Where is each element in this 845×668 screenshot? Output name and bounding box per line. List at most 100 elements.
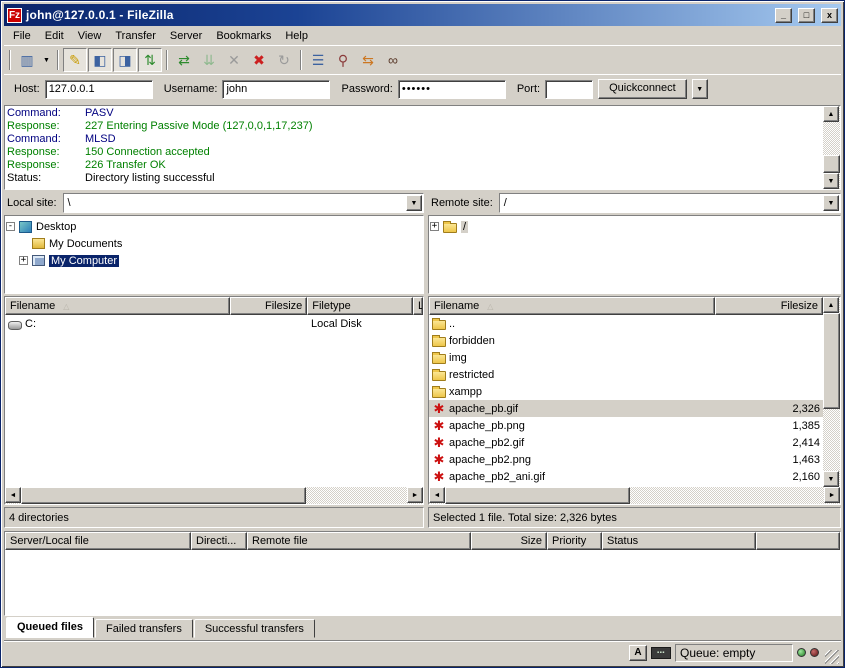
menu-file[interactable]: File [6, 28, 38, 44]
remote-file-row[interactable]: xampp [429, 383, 823, 400]
find-files-icon[interactable]: ∞ [381, 48, 405, 72]
image-file-icon: ✱ [432, 419, 446, 433]
scroll-down-icon[interactable]: ▼ [823, 173, 839, 189]
column-header-status[interactable]: Status [602, 532, 756, 550]
scroll-right-icon[interactable]: ► [407, 487, 423, 503]
tree-item-my-computer[interactable]: + My Computer [19, 252, 422, 269]
process-queue-icon[interactable]: ⇊ [197, 48, 221, 72]
expand-icon[interactable]: + [430, 222, 439, 231]
local-site-combo[interactable]: \ ▼ [63, 193, 424, 213]
remote-file-list: Filename△ Filesize .. forbidden [428, 296, 841, 505]
scroll-up-icon[interactable]: ▲ [823, 297, 839, 313]
local-file-row[interactable]: C: Local Disk [5, 315, 423, 332]
remote-file-row[interactable]: forbidden [429, 332, 823, 349]
title-bar[interactable]: Fz john@127.0.0.1 - FileZilla _ □ x [4, 4, 841, 26]
transfer-queue: Server/Local file Directi... Remote file… [4, 531, 841, 616]
quickconnect-button[interactable]: Quickconnect [598, 79, 687, 99]
menu-transfer[interactable]: Transfer [108, 28, 163, 44]
scroll-left-icon[interactable]: ◄ [5, 487, 21, 503]
synchronized-browsing-icon[interactable]: ⇆ [356, 48, 380, 72]
scrollbar-thumb[interactable] [823, 313, 840, 409]
column-header-filesize[interactable]: Filesize [230, 297, 307, 315]
column-header-remote-file[interactable]: Remote file [247, 532, 471, 550]
remote-vertical-scrollbar[interactable]: ▲ ▼ [823, 297, 840, 487]
remote-file-row[interactable]: .. [429, 315, 823, 332]
local-horizontal-scrollbar[interactable]: ◄ ► [5, 487, 423, 504]
scrollbar-thumb[interactable] [823, 155, 840, 173]
toggle-log-view-icon[interactable]: ✎ [63, 48, 87, 72]
scroll-up-icon[interactable]: ▲ [823, 106, 839, 122]
column-header-size[interactable]: Size [471, 532, 547, 550]
resize-grip[interactable] [825, 650, 839, 664]
menu-server[interactable]: Server [163, 28, 209, 44]
status-bar: A ▪▪▪ Queue: empty [4, 640, 841, 664]
username-input[interactable]: john [222, 80, 330, 99]
column-header-filename[interactable]: Filename△ [5, 297, 230, 315]
menu-edit[interactable]: Edit [38, 28, 71, 44]
column-header-lastmodified[interactable]: L [413, 297, 423, 315]
drive-icon [8, 321, 22, 330]
log-line-label: Command: [7, 133, 85, 146]
scrollbar-thumb[interactable] [445, 487, 630, 504]
remote-horizontal-scrollbar[interactable]: ◄ ► [429, 487, 840, 504]
tree-item-desktop[interactable]: - Desktop [6, 218, 422, 235]
remote-file-row[interactable]: ✱apache_pb.png 1,385 [429, 417, 823, 434]
disconnect-icon[interactable]: ✖ [247, 48, 271, 72]
collapse-icon[interactable]: - [6, 222, 15, 231]
image-file-icon: ✱ [432, 453, 446, 467]
local-list-header: Filename△ Filesize Filetype L [5, 297, 423, 315]
remote-file-row[interactable]: ✱apache_pb2_ani.gif 2,160 [429, 468, 823, 485]
toggle-remote-tree-icon[interactable]: ◨ [113, 48, 137, 72]
log-vertical-scrollbar[interactable]: ▲ ▼ [823, 106, 840, 189]
tab-successful-transfers[interactable]: Successful transfers [194, 619, 315, 638]
scroll-left-icon[interactable]: ◄ [429, 487, 445, 503]
remote-file-row[interactable]: ✱apache_pb2.gif 2,414 [429, 434, 823, 451]
username-label: Username: [164, 83, 218, 95]
column-header-priority[interactable]: Priority [547, 532, 602, 550]
toggle-local-tree-icon[interactable]: ◧ [88, 48, 112, 72]
scrollbar-thumb[interactable] [21, 487, 306, 504]
remote-file-row[interactable]: ✱apache_pb2.png 1,463 [429, 451, 823, 468]
menu-view[interactable]: View [71, 28, 109, 44]
remote-file-row[interactable]: restricted [429, 366, 823, 383]
log-line-text: 226 Transfer OK [85, 159, 166, 172]
expand-icon[interactable]: + [19, 256, 28, 265]
remote-site-combo[interactable]: / ▼ [499, 193, 841, 213]
column-header-direction[interactable]: Directi... [191, 532, 247, 550]
remote-file-row-selected[interactable]: ✱apache_pb.gif 2,326 [429, 400, 823, 417]
scroll-right-icon[interactable]: ► [824, 487, 840, 503]
combo-dropdown-icon[interactable]: ▼ [823, 195, 839, 211]
site-manager-dropdown-icon[interactable]: ▼ [40, 48, 53, 72]
refresh-icon[interactable]: ⇄ [172, 48, 196, 72]
password-input[interactable]: •••••• [398, 80, 506, 99]
combo-dropdown-icon[interactable]: ▼ [406, 195, 422, 211]
tab-failed-transfers[interactable]: Failed transfers [95, 619, 193, 638]
log-line-label: Response: [7, 120, 85, 133]
minimize-button[interactable]: _ [775, 8, 792, 23]
column-header-filesize[interactable]: Filesize [715, 297, 823, 315]
scroll-down-icon[interactable]: ▼ [823, 471, 839, 487]
site-manager-icon[interactable]: ▥ [15, 48, 39, 72]
local-tree: - Desktop My Documents + My Computer [4, 215, 424, 294]
desktop-icon [19, 221, 32, 233]
menu-help[interactable]: Help [278, 28, 315, 44]
quickconnect-dropdown-icon[interactable]: ▼ [692, 79, 708, 99]
filezilla-window: Fz john@127.0.0.1 - FileZilla _ □ x File… [0, 0, 845, 668]
column-header-server-local-file[interactable]: Server/Local file [5, 532, 191, 550]
tree-item-root[interactable]: + / [430, 218, 839, 235]
menu-bookmarks[interactable]: Bookmarks [209, 28, 278, 44]
column-header-filename[interactable]: Filename△ [429, 297, 715, 315]
local-site-value: \ [64, 197, 405, 209]
close-button[interactable]: x [821, 8, 838, 23]
tree-item-label: Desktop [36, 221, 76, 233]
maximize-button[interactable]: □ [798, 8, 815, 23]
directory-comparison-icon[interactable]: ⚲ [331, 48, 355, 72]
column-header-filetype[interactable]: Filetype [307, 297, 413, 315]
host-input[interactable]: 127.0.0.1 [45, 80, 153, 99]
remote-file-row[interactable]: img [429, 349, 823, 366]
tab-queued-files[interactable]: Queued files [6, 617, 94, 638]
tree-item-my-documents[interactable]: My Documents [19, 235, 422, 252]
port-input[interactable] [545, 80, 593, 99]
directory-filters-icon[interactable]: ☰ [306, 48, 330, 72]
toggle-queue-view-icon[interactable]: ⇅ [138, 48, 162, 72]
